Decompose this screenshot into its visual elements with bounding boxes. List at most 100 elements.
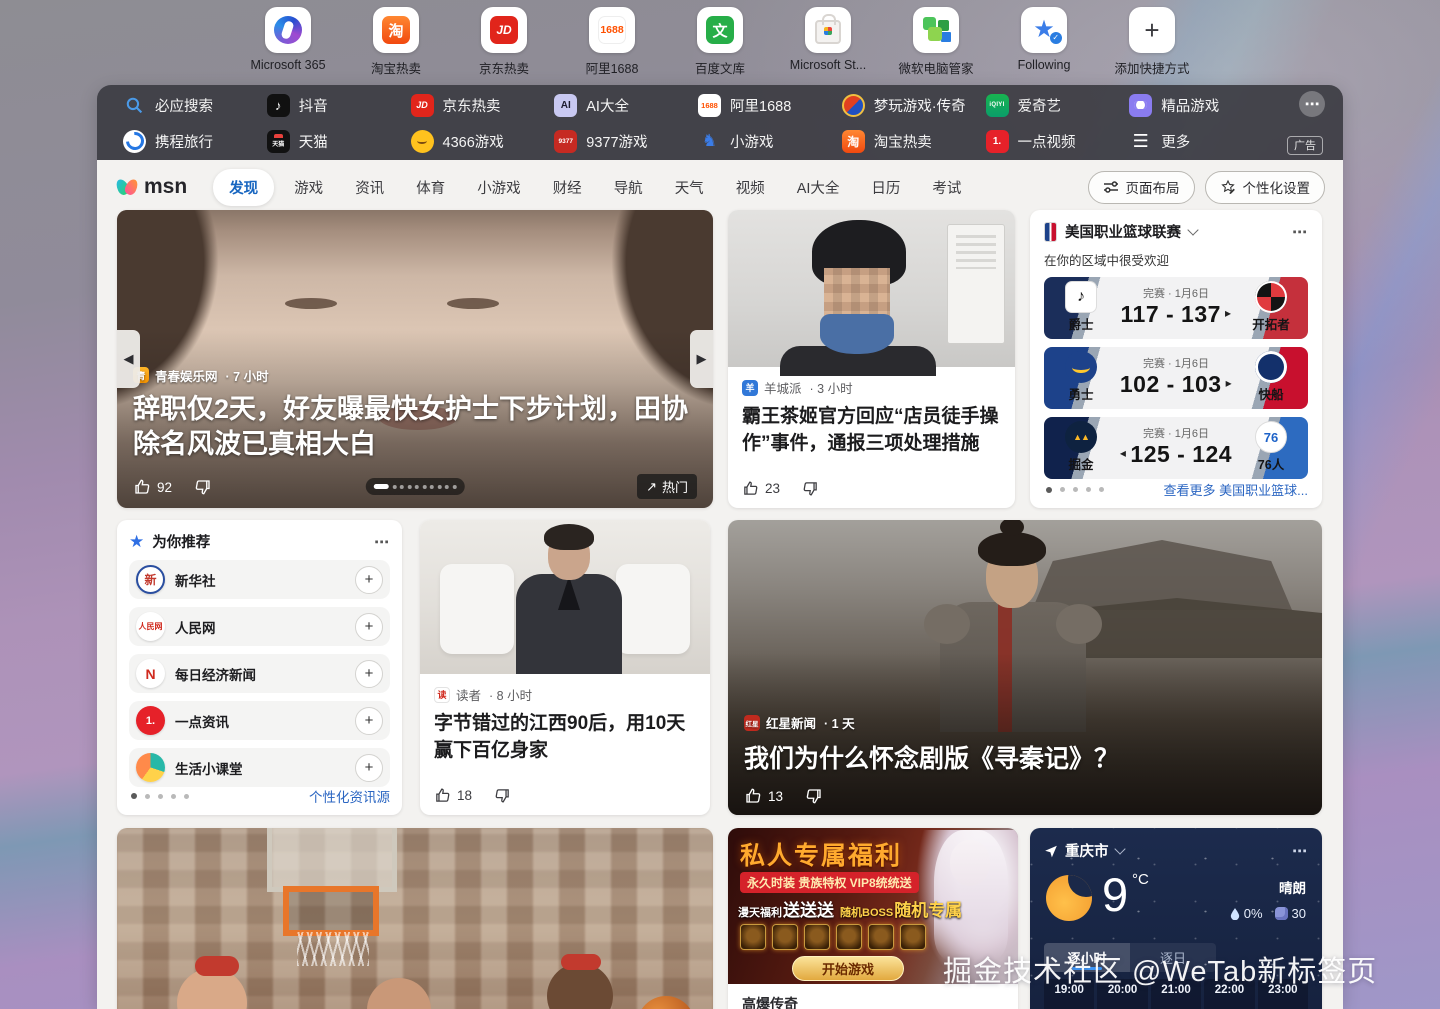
quicklink-4366-games[interactable]: 4366游戏 [410,129,555,153]
quicklink-iqiyi[interactable]: iQIYI 爱奇艺 [985,93,1130,117]
shortcut-label: 淘宝热卖 [370,62,421,76]
recommend-pagination-dots[interactable] [131,793,189,799]
shortcut-baidu-wenku[interactable]: 文 百度文库 [683,7,757,77]
start-game-button[interactable]: 开始游戏 [792,956,904,981]
chevron-down-icon[interactable] [1187,223,1199,236]
like-button[interactable]: 92 [133,478,172,496]
cat-game-icon [410,129,434,153]
blazers-logo-icon [1255,281,1287,313]
quicklink-bing-search[interactable]: 必应搜索 [123,94,267,117]
carousel-next-button[interactable]: ▶ [690,330,713,388]
personalize-sources-link[interactable]: 个性化资讯源 [309,786,390,806]
nba-game-row[interactable]: 勇士 完赛 · 1月6日 102 - 103 ▸ 快船 [1044,347,1308,409]
hero-news-card[interactable]: ◀ ▶ 青 青春娱乐网 · 7 小时 辞职仅2天，好友曝最快女护士下步计划，田协… [117,210,713,508]
quicklink-taobao-hot[interactable]: 淘 淘宝热卖 [841,129,986,153]
tab-discover[interactable]: 发现 [213,168,275,206]
tab-weather[interactable]: 天气 [663,170,716,205]
like-button[interactable]: 18 [434,787,472,804]
quicklink-ctrip[interactable]: 携程旅行 [123,129,267,153]
shortcut-pc-manager[interactable]: 微软电脑管家 [899,7,974,77]
nba-widget: 美国职业篮球联赛 在你的区域中很受欢迎 ♪ 爵士 完赛 · 1月6日 117 - … [1030,210,1322,508]
source-logo-icon: 读 [434,686,450,703]
star-pen-icon [1220,179,1235,194]
nba-subtitle: 在你的区域中很受欢迎 [1044,254,1170,268]
recommend-title: 为你推荐 [152,535,211,551]
tab-exam[interactable]: 考试 [920,170,973,205]
source-item-xinhua[interactable]: 新 新华社 [129,560,390,599]
shortcut-microsoft-365[interactable]: Microsoft 365 [250,7,326,77]
shortcut-jd-hot[interactable]: JD 京东热卖 [467,7,541,77]
shortcut-label: Microsoft 365 [250,58,326,72]
quicklink-ali1688[interactable]: 1688 阿里1688 [698,93,842,117]
weather-menu-button[interactable] [1292,842,1308,860]
chevron-down-icon[interactable] [1113,842,1126,855]
tab-ai[interactable]: AI大全 [785,170,852,205]
recommend-menu-button[interactable] [374,533,390,551]
page-layout-label: 页面布局 [1125,181,1180,196]
nba-game-row[interactable]: ▲▲ 掘金 完赛 · 1月6日 ◂ 125 - 124 76 76人 [1044,417,1308,479]
follow-add-button[interactable] [355,659,383,688]
carousel-dots[interactable] [365,478,465,495]
tab-minigames[interactable]: 小游戏 [465,170,533,205]
ad-subline-text: 漫天福利 [738,907,782,919]
nba-see-more-link[interactable]: 查看更多 美国职业篮球... [1164,480,1308,499]
dislike-button[interactable] [194,478,212,496]
nba-pagination-dots[interactable] [1046,486,1104,493]
source-item-people[interactable]: 人民网 人民网 [129,607,390,646]
nba-game-row[interactable]: ♪ 爵士 完赛 · 1月6日 117 - 137 ▸ 开拓者 [1044,277,1308,339]
tab-calendar[interactable]: 日历 [859,170,912,205]
quicklink-mengwan-game[interactable]: 梦玩游戏·传奇 [841,93,986,117]
source-item-yidian[interactable]: 1. 一点资讯 [129,701,390,740]
tab-games[interactable]: 游戏 [282,170,335,205]
tab-video[interactable]: 视频 [724,170,777,205]
quicklink-more[interactable]: 更多 [1129,130,1273,153]
dislike-button[interactable] [805,787,823,805]
ad-subline-text: 送送送 [783,901,834,920]
shortcut-microsoft-store[interactable]: Microsoft St... [790,7,866,77]
quicklink-yidian-video[interactable]: 1. 一点视频 [985,129,1130,153]
shortcut-taobao-hot[interactable]: 淘 淘宝热卖 [359,7,433,77]
source-item-nbd[interactable]: N 每日经济新闻 [129,654,390,693]
shortcut-following[interactable]: Following [1007,7,1081,77]
aqi-value: 30 [1291,906,1306,921]
pc-manager-icon [923,17,949,43]
dislike-button[interactable] [802,480,819,497]
news-card-tea[interactable]: 羊 羊城派 · 3 小时 霸王茶姬官方回应“店员徒手操作”事件，通报三项处理措施… [728,210,1015,508]
tab-news[interactable]: 资讯 [343,170,396,205]
follow-add-button[interactable] [355,706,383,735]
shortcut-ali1688[interactable]: 1688 阿里1688 [575,7,649,77]
quickbar-more-button[interactable] [1299,91,1325,117]
nba-menu-button[interactable] [1292,223,1308,241]
carousel-prev-button[interactable]: ◀ [117,330,140,388]
jd-icon: JD [490,16,518,44]
temperature-unit: °C [1132,871,1149,888]
follow-add-button[interactable] [355,612,383,641]
follow-add-button[interactable] [355,753,383,782]
quicklink-ai-collection[interactable]: AI AI大全 [554,93,698,117]
quicklink-9377-games[interactable]: 9377 9377游戏 [554,129,698,153]
news-card-reader[interactable]: 读 读者 · 8 小时 字节错过的江西90后，用10天赢下百亿身家 18 [420,520,710,815]
quicklink-mini-games[interactable]: 小游戏 [698,130,842,153]
dislike-button[interactable] [494,787,511,804]
follow-add-button[interactable] [355,565,383,594]
personalize-button[interactable]: 个性化设置 [1204,170,1325,204]
news-card-basketball[interactable]: 中 中原网 · 3 小时 [117,828,713,1009]
quicklink-jd-hot[interactable]: JD 京东热卖 [410,93,555,117]
tab-finance[interactable]: 财经 [541,170,594,205]
msn-logo[interactable]: msn [114,175,187,199]
page-layout-button[interactable]: 页面布局 [1087,170,1195,204]
like-button[interactable]: 23 [742,480,780,497]
nba-title: 美国职业篮球联赛 [1065,225,1181,241]
tab-sports[interactable]: 体育 [404,170,457,205]
tab-navigation[interactable]: 导航 [602,170,655,205]
quicklink-premium-games[interactable]: 精品游戏 [1129,93,1273,117]
location-arrow-icon [1045,845,1057,857]
yidian-logo-icon: 1. [136,706,165,735]
news-card-drama[interactable]: 红星 红星新闻 · 1 天 我们为什么怀念剧版《寻秦记》？ 13 [728,520,1322,815]
iqiyi-icon: iQIYI [985,93,1009,117]
like-button[interactable]: 13 [744,787,783,805]
shortcut-add[interactable]: 添加快捷方式 [1115,7,1190,77]
source-item-life-class[interactable]: 生活小课堂 [129,748,390,787]
quicklink-tmall[interactable]: 天猫 天猫 [266,129,411,153]
quicklink-douyin[interactable]: 抖音 [266,93,411,117]
